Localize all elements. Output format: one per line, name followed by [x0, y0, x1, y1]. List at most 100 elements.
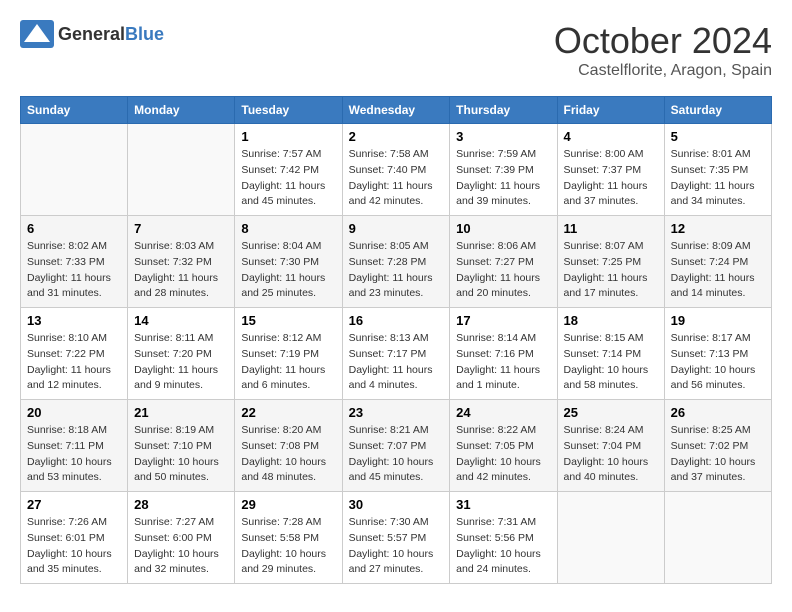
- calendar-day-cell: 25 Sunrise: 8:24 AM Sunset: 7:04 PM Dayli…: [557, 400, 664, 492]
- day-detail: Sunrise: 8:07 AM Sunset: 7:25 PM Dayligh…: [564, 239, 658, 302]
- calendar-day-cell: [128, 124, 235, 216]
- day-number: 8: [241, 221, 335, 236]
- calendar-day-cell: 19 Sunrise: 8:17 AM Sunset: 7:13 PM Dayli…: [664, 308, 771, 400]
- day-of-week-header: Wednesday: [342, 97, 450, 124]
- calendar-day-cell: 3 Sunrise: 7:59 AM Sunset: 7:39 PM Daylig…: [450, 124, 557, 216]
- day-detail: Sunrise: 8:12 AM Sunset: 7:19 PM Dayligh…: [241, 331, 335, 394]
- calendar-day-cell: 7Sunrise: 8:03 AM Sunset: 7:32 PM Daylig…: [128, 216, 235, 308]
- calendar-day-cell: 20 Sunrise: 8:18 AM Sunset: 7:11 PM Dayli…: [21, 400, 128, 492]
- calendar-day-cell: 14 Sunrise: 8:11 AM Sunset: 7:20 PM Dayli…: [128, 308, 235, 400]
- day-of-week-header: Tuesday: [235, 97, 342, 124]
- day-detail: Sunrise: 8:18 AM Sunset: 7:11 PM Dayligh…: [27, 423, 121, 486]
- calendar-day-cell: 6Sunrise: 8:02 AM Sunset: 7:33 PM Daylig…: [21, 216, 128, 308]
- day-number: 25: [564, 405, 658, 420]
- day-number: 3: [456, 129, 550, 144]
- calendar-day-cell: 18Sunrise: 8:15 AM Sunset: 7:14 PM Dayli…: [557, 308, 664, 400]
- calendar-week-row: 6Sunrise: 8:02 AM Sunset: 7:33 PM Daylig…: [21, 216, 772, 308]
- calendar-day-cell: 2 Sunrise: 7:58 AM Sunset: 7:40 PM Daylig…: [342, 124, 450, 216]
- day-number: 2: [349, 129, 444, 144]
- day-detail: Sunrise: 8:09 AM Sunset: 7:24 PM Dayligh…: [671, 239, 765, 302]
- calendar-day-cell: 15 Sunrise: 8:12 AM Sunset: 7:19 PM Dayli…: [235, 308, 342, 400]
- calendar-day-cell: 22Sunrise: 8:20 AM Sunset: 7:08 PM Dayli…: [235, 400, 342, 492]
- day-detail: Sunrise: 8:22 AM Sunset: 7:05 PM Dayligh…: [456, 423, 550, 486]
- day-number: 28: [134, 497, 228, 512]
- day-number: 1: [241, 129, 335, 144]
- day-detail: Sunrise: 7:31 AM Sunset: 5:56 PM Dayligh…: [456, 515, 550, 578]
- calendar-day-cell: 21 Sunrise: 8:19 AM Sunset: 7:10 PM Dayli…: [128, 400, 235, 492]
- calendar-day-cell: [21, 124, 128, 216]
- day-number: 13: [27, 313, 121, 328]
- calendar-day-cell: 1 Sunrise: 7:57 AM Sunset: 7:42 PM Daylig…: [235, 124, 342, 216]
- day-detail: Sunrise: 8:14 AM Sunset: 7:16 PM Dayligh…: [456, 331, 550, 394]
- day-of-week-header: Friday: [557, 97, 664, 124]
- calendar-table: SundayMondayTuesdayWednesdayThursdayFrid…: [20, 96, 772, 584]
- day-detail: Sunrise: 8:01 AM Sunset: 7:35 PM Dayligh…: [671, 147, 765, 210]
- day-number: 29: [241, 497, 335, 512]
- day-number: 10: [456, 221, 550, 236]
- day-of-week-header: Monday: [128, 97, 235, 124]
- day-detail: Sunrise: 7:59 AM Sunset: 7:39 PM Dayligh…: [456, 147, 550, 210]
- calendar-day-cell: 9 Sunrise: 8:05 AM Sunset: 7:28 PM Daylig…: [342, 216, 450, 308]
- calendar-body: 1 Sunrise: 7:57 AM Sunset: 7:42 PM Daylig…: [21, 124, 772, 584]
- day-number: 16: [349, 313, 444, 328]
- day-detail: Sunrise: 8:17 AM Sunset: 7:13 PM Dayligh…: [671, 331, 765, 394]
- day-of-week-header: Thursday: [450, 97, 557, 124]
- day-number: 11: [564, 221, 658, 236]
- logo-icon: [20, 20, 54, 48]
- day-number: 14: [134, 313, 228, 328]
- day-number: 4: [564, 129, 658, 144]
- calendar-day-cell: 31 Sunrise: 7:31 AM Sunset: 5:56 PM Dayli…: [450, 492, 557, 584]
- day-number: 26: [671, 405, 765, 420]
- day-detail: Sunrise: 8:11 AM Sunset: 7:20 PM Dayligh…: [134, 331, 228, 394]
- calendar-day-cell: 11 Sunrise: 8:07 AM Sunset: 7:25 PM Dayli…: [557, 216, 664, 308]
- day-detail: Sunrise: 8:24 AM Sunset: 7:04 PM Dayligh…: [564, 423, 658, 486]
- page-header: GeneralBlue October 2024 Castelflorite, …: [20, 20, 772, 80]
- day-detail: Sunrise: 7:26 AM Sunset: 6:01 PM Dayligh…: [27, 515, 121, 578]
- day-detail: Sunrise: 8:04 AM Sunset: 7:30 PM Dayligh…: [241, 239, 335, 302]
- day-detail: Sunrise: 8:25 AM Sunset: 7:02 PM Dayligh…: [671, 423, 765, 486]
- day-detail: Sunrise: 8:10 AM Sunset: 7:22 PM Dayligh…: [27, 331, 121, 394]
- day-detail: Sunrise: 8:00 AM Sunset: 7:37 PM Dayligh…: [564, 147, 658, 210]
- day-detail: Sunrise: 8:21 AM Sunset: 7:07 PM Dayligh…: [349, 423, 444, 486]
- location-title: Castelflorite, Aragon, Spain: [554, 62, 772, 80]
- day-detail: Sunrise: 8:06 AM Sunset: 7:27 PM Dayligh…: [456, 239, 550, 302]
- day-detail: Sunrise: 7:30 AM Sunset: 5:57 PM Dayligh…: [349, 515, 444, 578]
- calendar-day-cell: 26 Sunrise: 8:25 AM Sunset: 7:02 PM Dayli…: [664, 400, 771, 492]
- day-number: 9: [349, 221, 444, 236]
- calendar-day-cell: 23 Sunrise: 8:21 AM Sunset: 7:07 PM Dayli…: [342, 400, 450, 492]
- day-detail: Sunrise: 8:02 AM Sunset: 7:33 PM Dayligh…: [27, 239, 121, 302]
- month-title: October 2024: [554, 20, 772, 62]
- day-detail: Sunrise: 7:57 AM Sunset: 7:42 PM Dayligh…: [241, 147, 335, 210]
- calendar-day-cell: 28 Sunrise: 7:27 AM Sunset: 6:00 PM Dayli…: [128, 492, 235, 584]
- day-number: 17: [456, 313, 550, 328]
- day-number: 31: [456, 497, 550, 512]
- calendar-day-cell: 24Sunrise: 8:22 AM Sunset: 7:05 PM Dayli…: [450, 400, 557, 492]
- day-number: 5: [671, 129, 765, 144]
- calendar-week-row: 13 Sunrise: 8:10 AM Sunset: 7:22 PM Dayli…: [21, 308, 772, 400]
- calendar-day-cell: [557, 492, 664, 584]
- day-detail: Sunrise: 7:28 AM Sunset: 5:58 PM Dayligh…: [241, 515, 335, 578]
- day-number: 19: [671, 313, 765, 328]
- day-detail: Sunrise: 8:19 AM Sunset: 7:10 PM Dayligh…: [134, 423, 228, 486]
- title-block: October 2024 Castelflorite, Aragon, Spai…: [554, 20, 772, 80]
- logo: GeneralBlue: [20, 20, 164, 48]
- calendar-day-cell: [664, 492, 771, 584]
- logo-blue-text: Blue: [125, 24, 164, 44]
- day-number: 7: [134, 221, 228, 236]
- day-detail: Sunrise: 7:27 AM Sunset: 6:00 PM Dayligh…: [134, 515, 228, 578]
- day-number: 15: [241, 313, 335, 328]
- calendar-day-cell: 17 Sunrise: 8:14 AM Sunset: 7:16 PM Dayli…: [450, 308, 557, 400]
- logo-general-text: General: [58, 24, 125, 44]
- day-detail: Sunrise: 8:05 AM Sunset: 7:28 PM Dayligh…: [349, 239, 444, 302]
- calendar-day-cell: 12Sunrise: 8:09 AM Sunset: 7:24 PM Dayli…: [664, 216, 771, 308]
- calendar-week-row: 20 Sunrise: 8:18 AM Sunset: 7:11 PM Dayli…: [21, 400, 772, 492]
- day-number: 23: [349, 405, 444, 420]
- day-number: 20: [27, 405, 121, 420]
- day-number: 21: [134, 405, 228, 420]
- day-of-week-header: Sunday: [21, 97, 128, 124]
- day-number: 30: [349, 497, 444, 512]
- day-detail: Sunrise: 7:58 AM Sunset: 7:40 PM Dayligh…: [349, 147, 444, 210]
- day-number: 18: [564, 313, 658, 328]
- calendar-day-cell: 27Sunrise: 7:26 AM Sunset: 6:01 PM Dayli…: [21, 492, 128, 584]
- calendar-day-cell: 8 Sunrise: 8:04 AM Sunset: 7:30 PM Daylig…: [235, 216, 342, 308]
